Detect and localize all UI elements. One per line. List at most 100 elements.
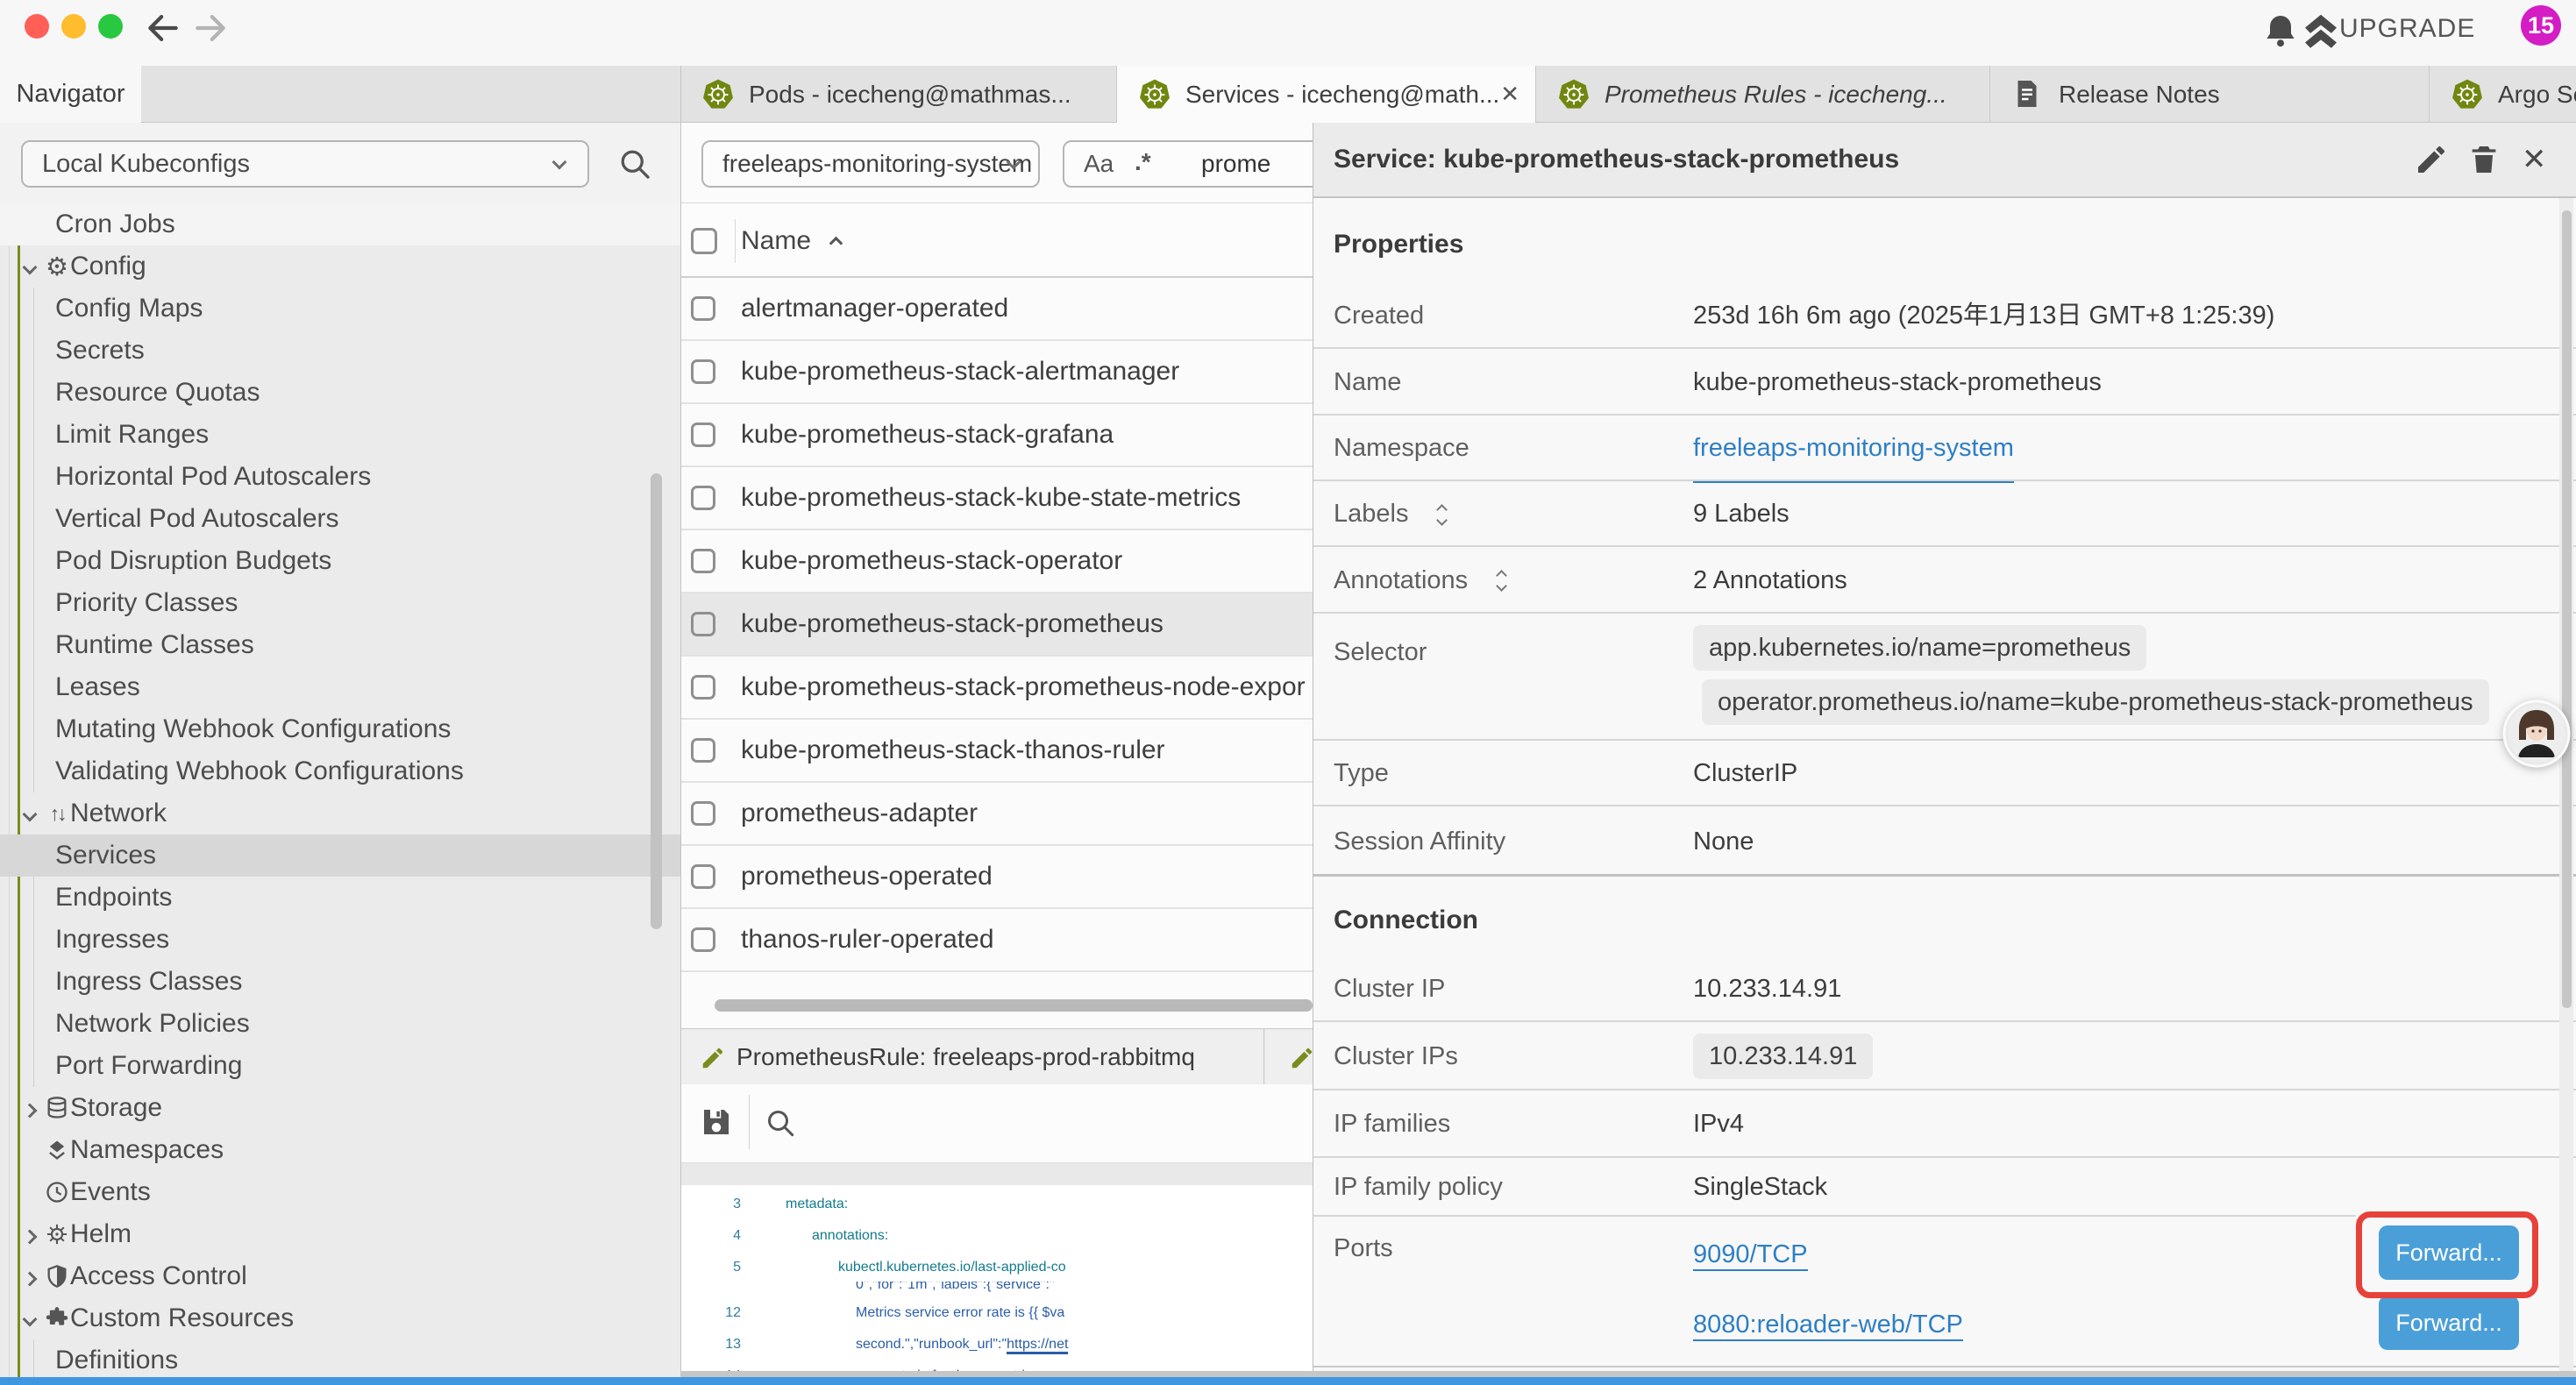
sidebar-item-ingresses[interactable]: Ingresses xyxy=(0,919,680,961)
sidebar-group-access-control[interactable]: Access Control xyxy=(0,1255,680,1297)
code-line-clipped[interactable]: 0","for":"1m","labels":{"service":" xyxy=(680,1282,1313,1296)
sidebar-item-network-policies[interactable]: Network Policies xyxy=(0,1003,680,1045)
code-line[interactable]: 12Metrics service error rate is {{ $va xyxy=(680,1297,1313,1329)
sidebar-item-secrets[interactable]: Secrets xyxy=(0,330,680,372)
code-line[interactable]: 5kubectl.kubernetes.io/last-applied-co xyxy=(680,1252,1313,1283)
port-link[interactable]: 9090/TCP xyxy=(1693,1240,1808,1271)
sidebar-item-cron-jobs[interactable]: Cron Jobs xyxy=(0,203,680,245)
notifications-bell-icon[interactable] xyxy=(2259,11,2302,53)
editor-collapsed-region[interactable] xyxy=(680,1162,1313,1185)
sidebar-item-mutating-webhook-configurations[interactable]: Mutating Webhook Configurations xyxy=(0,708,680,750)
row-checkbox[interactable] xyxy=(691,296,715,321)
table-row[interactable]: kube-prometheus-stack-prometheus-node-ex… xyxy=(680,657,1313,720)
tab-pods[interactable]: Pods - icecheng@mathmas... xyxy=(680,66,1117,123)
table-row-selected[interactable]: kube-prometheus-stack-prometheus xyxy=(680,593,1313,657)
sidebar-item-validating-webhook-configurations[interactable]: Validating Webhook Configurations xyxy=(0,750,680,792)
forward-button[interactable] xyxy=(191,9,230,47)
save-icon[interactable] xyxy=(698,1104,735,1140)
sidebar-item-namespaces[interactable]: Namespaces xyxy=(0,1129,680,1171)
horizontal-scrollbar[interactable] xyxy=(715,999,1313,1012)
row-checkbox[interactable] xyxy=(691,801,715,826)
sidebar-item-runtime-classes[interactable]: Runtime Classes xyxy=(0,624,680,666)
row-checkbox[interactable] xyxy=(691,549,715,573)
table-row[interactable]: kube-prometheus-stack-kube-state-metrics xyxy=(680,467,1313,530)
tab-navigator[interactable]: Navigator xyxy=(0,66,141,124)
search-input[interactable]: Aa .* prome xyxy=(1063,140,1313,188)
sidebar-item-vertical-pod-autoscalers[interactable]: Vertical Pod Autoscalers xyxy=(0,498,680,540)
row-checkbox[interactable] xyxy=(691,359,715,384)
match-case-icon[interactable]: Aa xyxy=(1084,142,1114,186)
table-row[interactable]: prometheus-adapter xyxy=(680,783,1313,846)
sidebar-item-resource-quotas[interactable]: Resource Quotas xyxy=(0,372,680,414)
close-tab-icon[interactable]: ✕ xyxy=(1500,66,1519,123)
sort-ascending-icon[interactable] xyxy=(831,237,841,252)
namespace-select[interactable]: freeleaps-monitoring-system xyxy=(701,140,1040,188)
row-checkbox[interactable] xyxy=(691,738,715,763)
sidebar-item-priority-classes[interactable]: Priority Classes xyxy=(0,582,680,624)
sidebar-group-custom-resources[interactable]: Custom Resources xyxy=(0,1297,680,1339)
edit-pencil-icon[interactable] xyxy=(2414,142,2449,177)
sidebar-item-definitions[interactable]: Definitions xyxy=(0,1339,680,1378)
maximize-window-button[interactable] xyxy=(98,14,123,39)
sidebar-item-limit-ranges[interactable]: Limit Ranges xyxy=(0,414,680,456)
code-line[interactable]: 13second.","runbook_url":"https://net xyxy=(680,1329,1313,1360)
row-checkbox[interactable] xyxy=(691,486,715,510)
search-icon[interactable] xyxy=(616,145,654,183)
close-window-button[interactable] xyxy=(25,14,49,39)
kubeconfig-select[interactable]: Local Kubeconfigs xyxy=(21,140,589,188)
sidebar-item-horizontal-pod-autoscalers[interactable]: Horizontal Pod Autoscalers xyxy=(0,456,680,498)
row-checkbox[interactable] xyxy=(691,675,715,700)
drawer-scrollbar[interactable] xyxy=(2562,210,2572,1008)
tab-services[interactable]: Services - icecheng@math... ✕ xyxy=(1117,66,1536,124)
editor-tab-partial[interactable] xyxy=(1265,1029,1313,1085)
table-row[interactable]: thanos-ruler-operated xyxy=(680,909,1313,972)
sidebar-item-leases[interactable]: Leases xyxy=(0,666,680,708)
expand-collapse-sort-icon[interactable] xyxy=(1436,501,1452,530)
notification-count-badge[interactable]: 15 xyxy=(2521,5,2561,46)
sidebar-scrollbar[interactable] xyxy=(651,473,662,929)
sidebar-item-pod-disruption-budgets[interactable]: Pod Disruption Budgets xyxy=(0,540,680,582)
table-row[interactable]: alertmanager-operated xyxy=(680,278,1313,341)
tab-prometheus-rules[interactable]: Prometheus Rules - icecheng... xyxy=(1536,66,1990,123)
sidebar-group-network[interactable]: ↑↓ Network xyxy=(0,792,680,835)
table-row[interactable]: prometheus-operated xyxy=(680,846,1313,909)
row-checkbox[interactable] xyxy=(691,612,715,636)
upgrade-icon[interactable] xyxy=(2297,9,2345,56)
sidebar-group-helm[interactable]: Helm xyxy=(0,1213,680,1255)
table-row[interactable]: kube-prometheus-stack-alertmanager xyxy=(680,341,1313,404)
sidebar-group-config[interactable]: ⚙ Config xyxy=(0,245,680,288)
column-name[interactable]: Name xyxy=(741,203,811,278)
code-line[interactable]: 3metadata: xyxy=(680,1189,1313,1220)
delete-trash-icon[interactable] xyxy=(2466,142,2501,177)
sidebar-item-port-forwarding[interactable]: Port Forwarding xyxy=(0,1045,680,1087)
row-checkbox[interactable] xyxy=(691,927,715,952)
upgrade-button[interactable]: UPGRADE xyxy=(2339,14,2475,44)
panel-divider[interactable] xyxy=(680,66,681,1378)
sidebar-item-config-maps[interactable]: Config Maps xyxy=(0,288,680,330)
table-row[interactable]: kube-prometheus-stack-grafana xyxy=(680,404,1313,467)
table-row[interactable]: kube-prometheus-stack-operator xyxy=(680,530,1313,593)
table-row[interactable]: kube-prometheus-stack-thanos-ruler xyxy=(680,720,1313,783)
regex-icon[interactable]: .* xyxy=(1135,142,1151,182)
user-avatar[interactable] xyxy=(2502,700,2571,768)
editor-tab-prometheusrule[interactable]: PrometheusRule: freeleaps-prod-rabbitmq xyxy=(680,1029,1264,1085)
row-checkbox[interactable] xyxy=(691,423,715,447)
search-icon[interactable] xyxy=(763,1105,798,1140)
sidebar-item-ingress-classes[interactable]: Ingress Classes xyxy=(0,961,680,1003)
back-button[interactable] xyxy=(144,9,182,47)
code-url-link[interactable]: https://net xyxy=(1007,1337,1068,1354)
namespace-link[interactable]: freeleaps-monitoring-system xyxy=(1693,416,2014,483)
code-line[interactable]: 4annotations: xyxy=(680,1220,1313,1252)
sidebar-item-endpoints[interactable]: Endpoints xyxy=(0,877,680,919)
minimize-window-button[interactable] xyxy=(61,14,86,39)
tab-argo[interactable]: Argo Se xyxy=(2430,66,2576,123)
row-checkbox[interactable] xyxy=(691,864,715,889)
sidebar-group-storage[interactable]: Storage xyxy=(0,1087,680,1129)
select-all-checkbox[interactable] xyxy=(691,228,717,254)
forward-port-button[interactable]: Forward... xyxy=(2379,1296,2519,1350)
sidebar-item-events[interactable]: Events xyxy=(0,1171,680,1213)
sidebar-item-services[interactable]: Services xyxy=(0,835,680,877)
tab-release-notes[interactable]: Release Notes xyxy=(1990,66,2430,123)
port-link[interactable]: 8080:reloader-web/TCP xyxy=(1693,1310,1963,1341)
close-drawer-icon[interactable]: ✕ xyxy=(2522,123,2547,196)
